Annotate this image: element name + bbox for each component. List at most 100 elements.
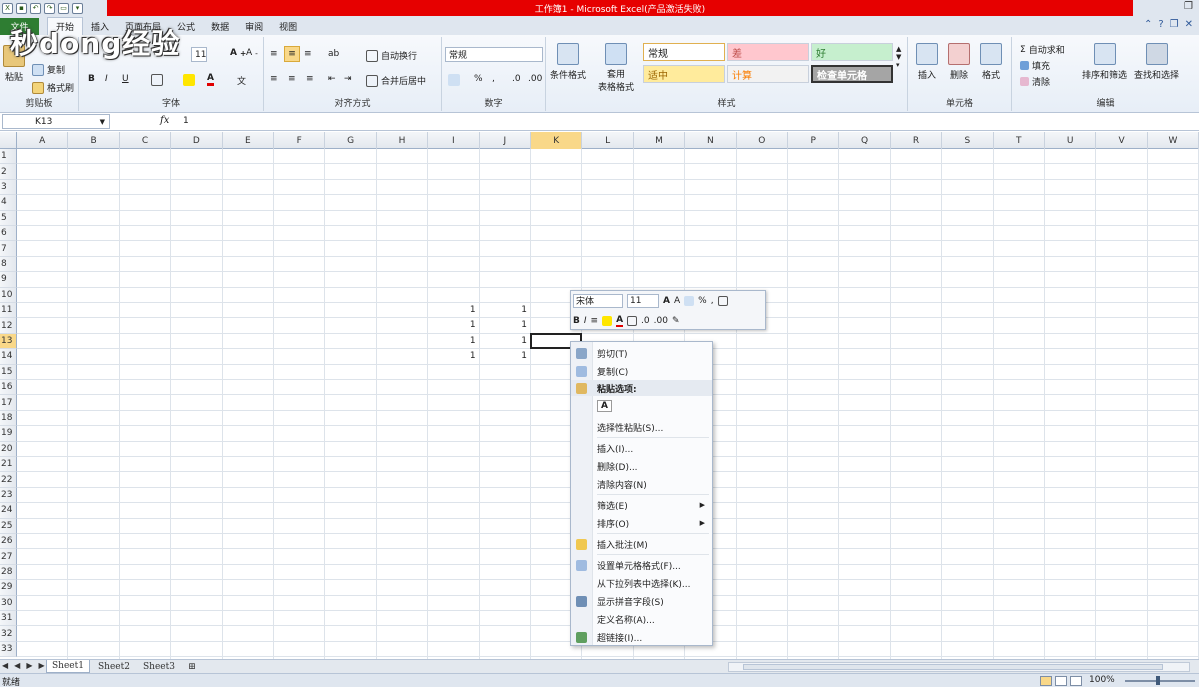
- column-header[interactable]: P: [788, 132, 840, 149]
- row-header[interactable]: 32: [0, 626, 17, 642]
- column-header[interactable]: E: [223, 132, 274, 149]
- sheet-tab-3[interactable]: Sheet3: [137, 660, 181, 673]
- mini-font-size-combo[interactable]: 11: [627, 293, 659, 308]
- align-top-button[interactable]: ≡: [270, 49, 278, 59]
- grow-font-button[interactable]: A +: [230, 48, 246, 58]
- border-button[interactable]: [151, 74, 163, 86]
- column-header[interactable]: G: [325, 132, 377, 149]
- mini-align-center-icon[interactable]: ≡: [591, 316, 599, 326]
- cell-value[interactable]: 1: [487, 336, 527, 346]
- comma-button[interactable]: ,: [492, 74, 495, 84]
- last-sheet-icon[interactable]: ▶: [38, 661, 44, 670]
- row-header[interactable]: 19: [0, 426, 17, 442]
- sheet-tab-2[interactable]: Sheet2: [92, 660, 136, 673]
- copy-button[interactable]: 复制: [32, 63, 65, 76]
- clear-button[interactable]: 清除: [1020, 75, 1050, 88]
- increase-indent-button[interactable]: ⇥: [344, 74, 352, 84]
- row-header[interactable]: 18: [0, 410, 17, 427]
- mini-italic-button[interactable]: I: [584, 316, 587, 326]
- context-menu-item[interactable]: 设置单元格格式(F)...: [571, 557, 712, 573]
- cell-value[interactable]: 1: [436, 351, 476, 361]
- phonetic-button[interactable]: 文: [237, 74, 246, 87]
- mini-format-painter-icon[interactable]: [717, 295, 728, 306]
- context-menu-item[interactable]: 排序(O) ▶: [571, 515, 712, 531]
- column-header[interactable]: S: [942, 132, 994, 149]
- context-menu-item[interactable]: 选择性粘贴(S)...: [571, 419, 712, 435]
- context-menu-item[interactable]: 显示拼音字段(S): [571, 593, 712, 609]
- format-as-table-button[interactable]: 套用 表格格式: [598, 43, 634, 93]
- align-right-button[interactable]: ≡: [306, 74, 314, 84]
- column-header[interactable]: F: [274, 132, 326, 149]
- row-header[interactable]: 1: [0, 149, 17, 165]
- format-painter-button[interactable]: 格式刷: [32, 81, 74, 94]
- mini-bold-button[interactable]: B: [573, 316, 580, 326]
- mini-fill-color-icon[interactable]: [602, 315, 613, 326]
- function-icon[interactable]: fx: [160, 115, 169, 126]
- align-bottom-button[interactable]: ≡: [304, 49, 312, 59]
- mini-comma-button[interactable]: ,: [711, 296, 714, 306]
- align-center-button[interactable]: ≡: [288, 74, 296, 84]
- zoom-slider-thumb[interactable]: [1156, 676, 1160, 685]
- mini-border-icon[interactable]: [627, 315, 638, 326]
- close-workbook-icon[interactable]: ✕: [1185, 19, 1193, 30]
- italic-button[interactable]: I: [105, 74, 108, 84]
- sort-filter-button[interactable]: 排序和筛选: [1082, 43, 1127, 81]
- column-header[interactable]: L: [582, 132, 634, 149]
- column-header[interactable]: U: [1045, 132, 1097, 149]
- context-menu-item[interactable]: 定义名称(A)...: [571, 611, 712, 627]
- find-select-button[interactable]: 查找和选择: [1134, 43, 1179, 81]
- tab-data[interactable]: 数据: [203, 17, 237, 35]
- merge-center-button[interactable]: 合并后居中: [366, 74, 426, 87]
- row-header[interactable]: 22: [0, 472, 17, 488]
- column-header[interactable]: D: [171, 132, 223, 149]
- mini-shrink-font-button[interactable]: A: [674, 296, 680, 306]
- row-header[interactable]: 9: [0, 272, 17, 288]
- row-header[interactable]: 23: [0, 487, 17, 504]
- context-menu-item[interactable]: 筛选(E) ▶: [571, 497, 712, 513]
- row-header[interactable]: 5: [0, 210, 17, 226]
- column-header[interactable]: C: [120, 132, 172, 149]
- decrease-decimal-button[interactable]: .00: [528, 74, 542, 84]
- row-header[interactable]: 2: [0, 164, 17, 180]
- underline-button[interactable]: U: [122, 74, 129, 84]
- row-header[interactable]: 24: [0, 503, 17, 519]
- style-normal[interactable]: 常规: [643, 43, 725, 61]
- fill-color-button[interactable]: [183, 74, 195, 86]
- insert-cells-button[interactable]: 插入: [916, 43, 938, 81]
- select-all-button[interactable]: [0, 132, 17, 149]
- paste-option-button[interactable]: A: [571, 398, 712, 414]
- column-header[interactable]: K: [531, 132, 583, 149]
- context-menu-item[interactable]: 超链接(I)...: [571, 629, 712, 645]
- row-header[interactable]: 25: [0, 518, 17, 534]
- format-cells-button[interactable]: 格式: [980, 43, 1002, 81]
- insert-sheet-icon[interactable]: ⊞: [183, 660, 201, 673]
- help-icon[interactable]: ?: [1158, 19, 1163, 30]
- percent-button[interactable]: %: [474, 74, 483, 84]
- conditional-format-button[interactable]: 条件格式: [550, 43, 586, 81]
- horizontal-scrollbar[interactable]: [728, 662, 1190, 672]
- row-header[interactable]: 28: [0, 564, 17, 581]
- next-sheet-icon[interactable]: ▶: [26, 661, 32, 670]
- column-header[interactable]: W: [1148, 132, 1199, 149]
- restore-workbook-icon[interactable]: ❐: [1170, 19, 1179, 30]
- context-menu-item[interactable]: 清除内容(N): [571, 476, 712, 492]
- context-menu-item[interactable]: 剪切(T): [571, 345, 712, 361]
- cell-value[interactable]: 1: [436, 305, 476, 315]
- column-header[interactable]: I: [428, 132, 480, 149]
- increase-decimal-button[interactable]: .0: [512, 74, 521, 84]
- orientation-button[interactable]: ab: [328, 49, 339, 59]
- row-header[interactable]: 33: [0, 641, 17, 658]
- row-header[interactable]: 29: [0, 580, 17, 596]
- context-menu-item[interactable]: 删除(D)...: [571, 458, 712, 474]
- column-header[interactable]: A: [17, 132, 69, 149]
- mini-increase-decimal-icon[interactable]: .0: [641, 316, 650, 326]
- restore-window-icon[interactable]: ❐: [1184, 1, 1193, 12]
- row-header[interactable]: 7: [0, 241, 17, 257]
- row-header[interactable]: 14: [0, 349, 17, 365]
- font-size-combo[interactable]: 11: [191, 47, 207, 62]
- mini-grow-font-button[interactable]: A: [663, 296, 670, 306]
- row-header[interactable]: 27: [0, 549, 17, 565]
- column-header[interactable]: R: [891, 132, 943, 149]
- number-format-combo[interactable]: 常规: [445, 47, 543, 62]
- column-header[interactable]: V: [1096, 132, 1148, 149]
